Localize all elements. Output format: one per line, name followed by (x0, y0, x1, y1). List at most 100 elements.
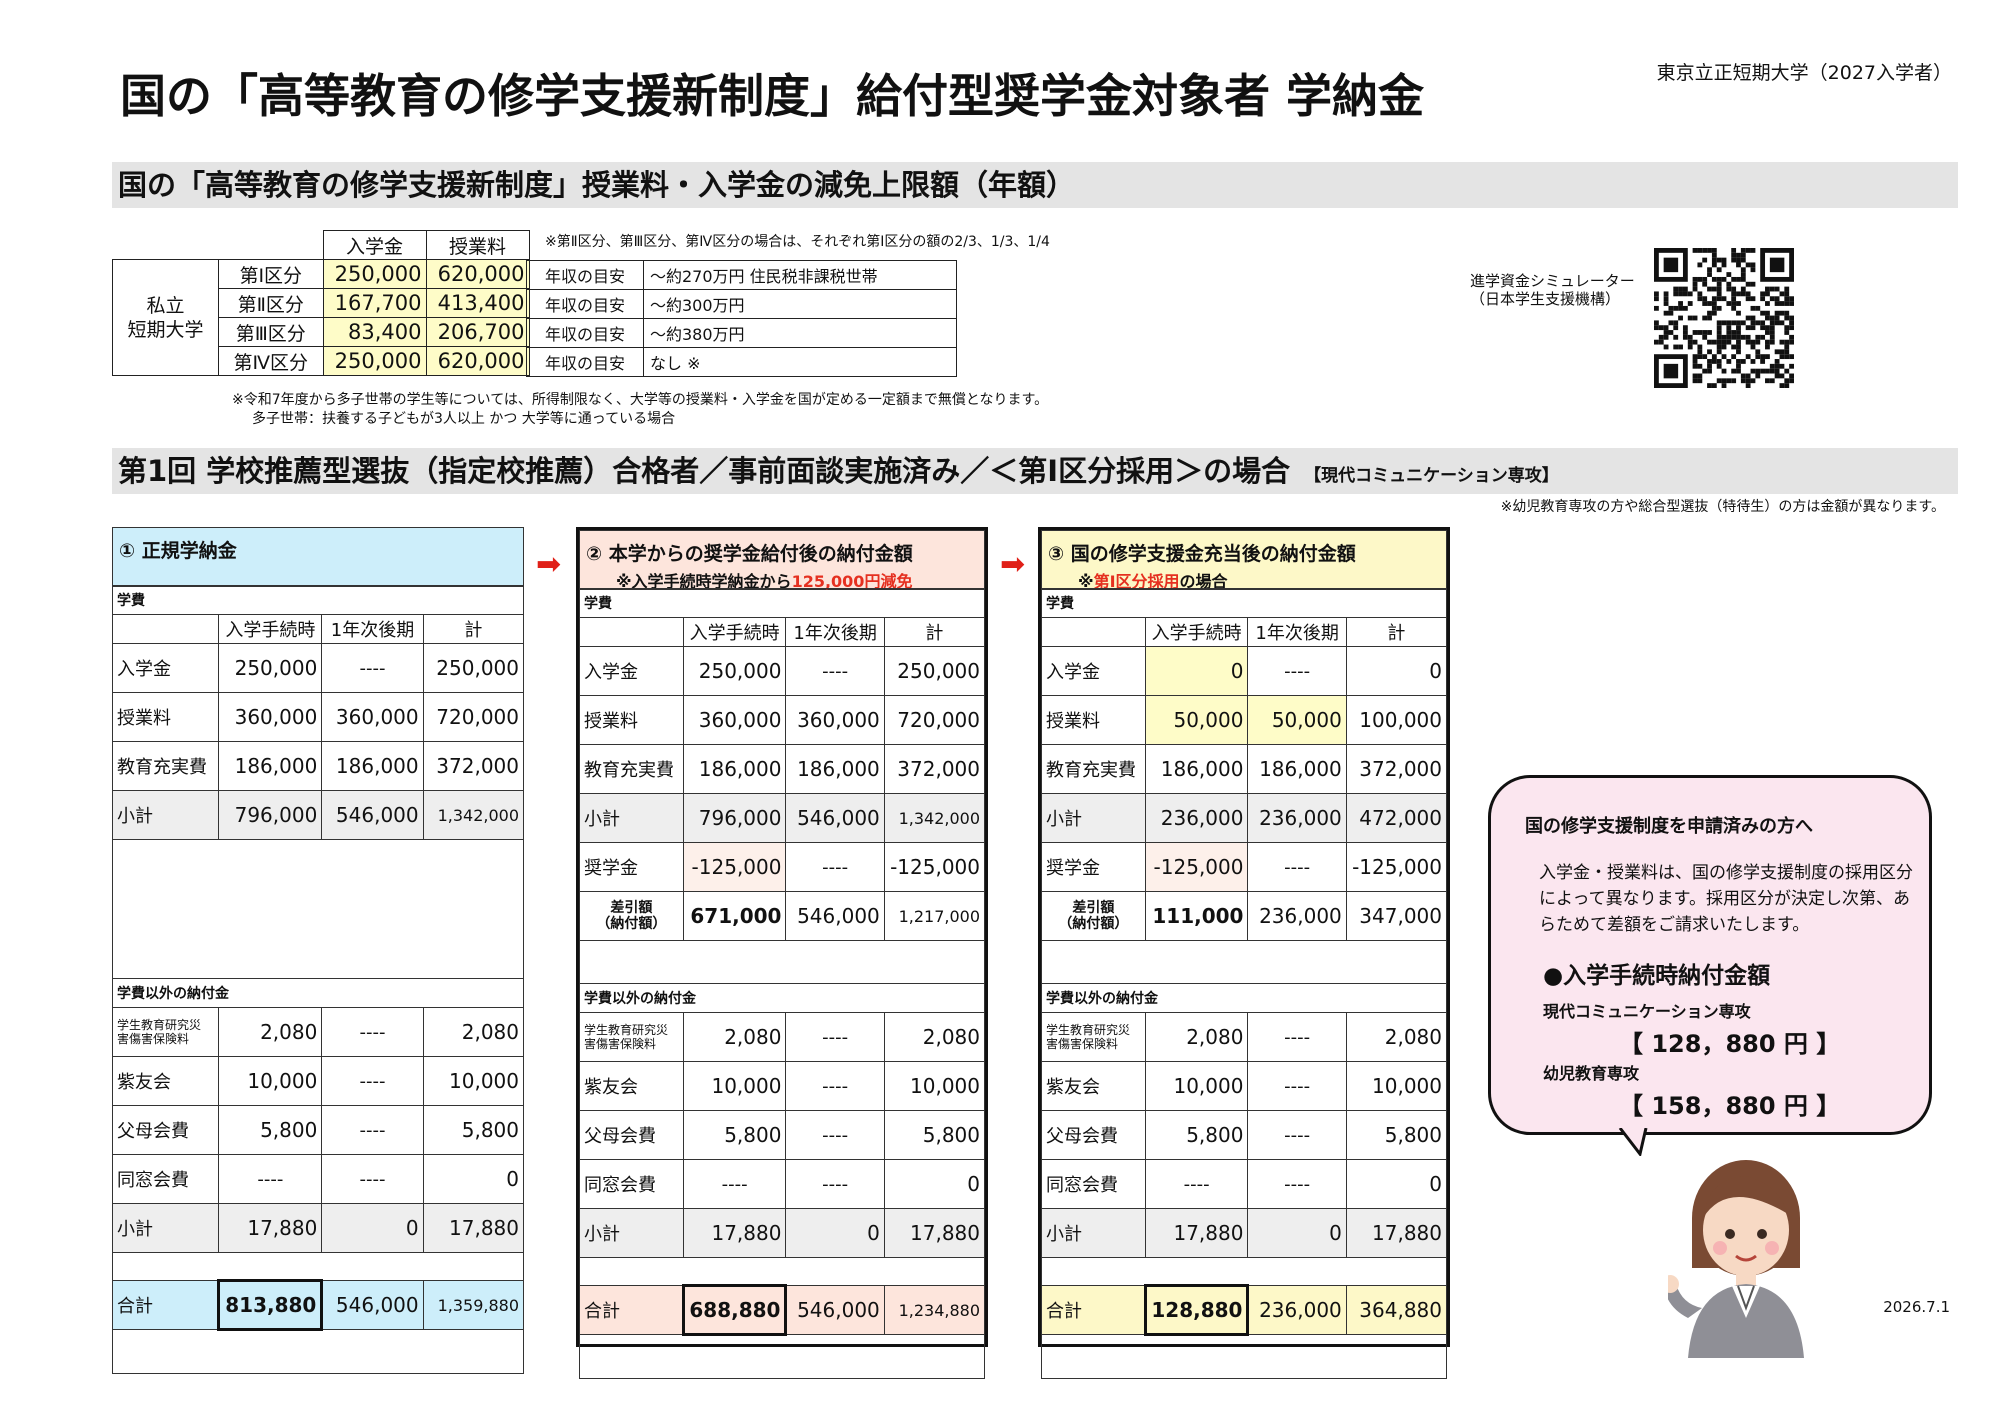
bubble-subtitle: ●入学手続時納付金額 (1543, 963, 1771, 989)
value-at-enrollment: 186,000 (218, 741, 323, 791)
panel-title-text: ① 正規学納金 (119, 540, 237, 562)
value-total: 0 (883, 1159, 986, 1209)
panel-title: ① 正規学納金 (112, 527, 524, 587)
staff-avatar-icon (1668, 1160, 1804, 1358)
case-section-title: 第1回 学校推薦型選抜（指定校推薦）合格者／事前面談実施済み／＜第Ⅰ区分採用＞の… (112, 448, 1958, 494)
value-at-enrollment: 360,000 (682, 695, 787, 745)
panel-title: ② 本学からの奨学金給付後の納付金額 ※入学手続時学納金から125,000円減免 (579, 530, 985, 591)
value-total: 17,880 (422, 1203, 525, 1253)
bubble-course-early-childhood: 幼児教育専攻 (1543, 1064, 1640, 1083)
panel-title: ③ 国の修学支援金充当後の納付金額 ※第Ⅰ区分採用の場合 (1041, 530, 1447, 591)
value-second-term: 0 (1247, 1208, 1347, 1258)
value-second-term: 0 (321, 1203, 424, 1253)
value-total: 17,880 (883, 1208, 986, 1258)
row-label-line: 害傷害保険料 (584, 1037, 657, 1051)
value-total: 10,000 (1345, 1061, 1448, 1111)
value-second-term: 546,000 (321, 790, 424, 840)
row-label-net-amount: 差引額 （納付額） (1041, 891, 1146, 941)
multi-child-note-1: ※令和7年度から多子世帯の学生等については、所得制限なく、大学等の授業料・入学金… (232, 392, 1049, 408)
value-second-term: ---- (321, 1154, 424, 1204)
row-label: 小計 (1041, 1208, 1146, 1258)
row-label: 教育充実費 (1041, 744, 1146, 794)
kubun-label: 第Ⅱ区分 (218, 288, 324, 318)
value-net-total: 1,217,000 (883, 891, 986, 941)
limit-enroll-value: 83,400 (322, 317, 427, 347)
spacer (112, 936, 524, 979)
value-total: 0 (1345, 1159, 1448, 1209)
section-label-tuition: 学費 (579, 588, 985, 618)
limit-enroll-value: 250,000 (322, 346, 427, 376)
arrow-right-icon: ➡ (536, 547, 562, 582)
income-table: 年収の目安 ～約270万円 住民税非課税世帯 年収の目安 ～約300万円 年収の目安 ～約… (526, 260, 957, 377)
multi-child-note-2: 多子世帯：扶養する子どもが3人以上 かつ 大学等に通っている場合 (252, 411, 676, 427)
value-scholarship-total: -125,000 (883, 842, 986, 892)
value-grand-total-second-term: 546,000 (785, 1285, 885, 1335)
row-label: 入学金 (111, 643, 220, 693)
row-label-grand-total: 合計 (579, 1285, 684, 1335)
value-total: 0 (422, 1154, 525, 1204)
value-net-second-term: 236,000 (1247, 891, 1347, 941)
section-label-tuition: 学費 (1041, 588, 1447, 618)
limit-tuition-value: 620,000 (425, 346, 530, 376)
value-total: 2,080 (1345, 1012, 1448, 1062)
income-label: 年収の目安 (526, 347, 644, 377)
row-label: 入学金 (579, 646, 684, 696)
value-second-term: 360,000 (321, 692, 424, 742)
row-label: 授業料 (111, 692, 220, 742)
section-label-other-fees: 学費以外の納付金 (112, 978, 524, 1008)
row-label: 学生教育研究災 害傷害保険料 (1041, 1012, 1146, 1062)
row-label: 小計 (579, 1208, 684, 1258)
limits-section-title: 国の「高等教育の修学支援新制度」授業料・入学金の減免上限額（年額） (112, 162, 1958, 208)
value-total: 472,000 (1345, 793, 1448, 843)
issue-date: 2026.7.1 (1883, 1298, 1950, 1316)
row-label: 同窓会費 (111, 1154, 220, 1204)
header-blank (111, 614, 220, 644)
header-total: 計 (883, 617, 986, 647)
header-second-term: 1年次後期 (321, 614, 424, 644)
value-total: 2,080 (883, 1012, 986, 1062)
value-at-enrollment: 5,800 (1144, 1110, 1249, 1160)
row-label-net-amount-line: 差引額 (1072, 900, 1115, 916)
section-label-other-fees: 学費以外の納付金 (1041, 983, 1447, 1013)
value-at-enrollment: 250,000 (218, 643, 323, 693)
value-scholarship-enrollment: -125,000 (682, 842, 787, 892)
value-second-term: ---- (1247, 1110, 1347, 1160)
spacer (579, 1257, 985, 1286)
value-at-enrollment: 186,000 (682, 744, 787, 794)
value-second-term: 186,000 (321, 741, 424, 791)
limit-enroll-value: 250,000 (322, 259, 427, 289)
value-at-enrollment: 2,080 (1144, 1012, 1249, 1062)
row-label-line: 害傷害保険料 (1046, 1037, 1119, 1051)
fee-table: 学費 入学手続時 1年次後期計入学金 250,000 ---- 250,000 授業料 360… (579, 588, 986, 1379)
value-second-term: ---- (1247, 1061, 1347, 1111)
value-total: 372,000 (1345, 744, 1448, 794)
row-label: 紫友会 (111, 1056, 220, 1106)
value-at-enrollment: 250,000 (682, 646, 787, 696)
value-at-enrollment: ---- (682, 1159, 787, 1209)
income-label: 年収の目安 (526, 289, 644, 319)
spacer (1041, 1334, 1447, 1379)
value-second-term: ---- (785, 1061, 885, 1111)
row-label-net-amount: 差引額 （納付額） (579, 891, 684, 941)
spacer (112, 1329, 524, 1374)
value-at-enrollment: 5,800 (682, 1110, 787, 1160)
value-second-term: ---- (785, 1012, 885, 1062)
panel-regular-fees: ① 正規学納金 学費 入学手続時 1年次後期計入学金 250,000 ---- 250,00… (111, 527, 525, 1374)
row-label: 学生教育研究災 害傷害保険料 (111, 1007, 220, 1057)
value-second-term: ---- (1247, 646, 1347, 696)
qr-code-icon[interactable] (1650, 248, 1798, 388)
value-at-enrollment: 236,000 (1144, 793, 1249, 843)
value-total: 372,000 (422, 741, 525, 791)
case-course-label: 【現代コミュニケーション専攻】 (1304, 466, 1559, 486)
value-at-enrollment: 2,080 (218, 1007, 323, 1057)
income-value: なし ※ (643, 347, 957, 377)
spacer (579, 940, 985, 984)
value-grand-total-second-term: 546,000 (321, 1280, 424, 1330)
row-label: 父母会費 (1041, 1110, 1146, 1160)
fee-table: 学費 入学手続時 1年次後期計入学金 0 ---- 0 授業料 50,000 50,000 100… (1041, 588, 1448, 1379)
limits-header-tuition: 授業料 (425, 230, 530, 260)
income-value: ～約300万円 (643, 289, 957, 319)
row-label-net-amount-line: （納付額） (596, 916, 667, 932)
value-total: 100,000 (1345, 695, 1448, 745)
header-at-enrollment: 入学手続時 (1144, 617, 1249, 647)
